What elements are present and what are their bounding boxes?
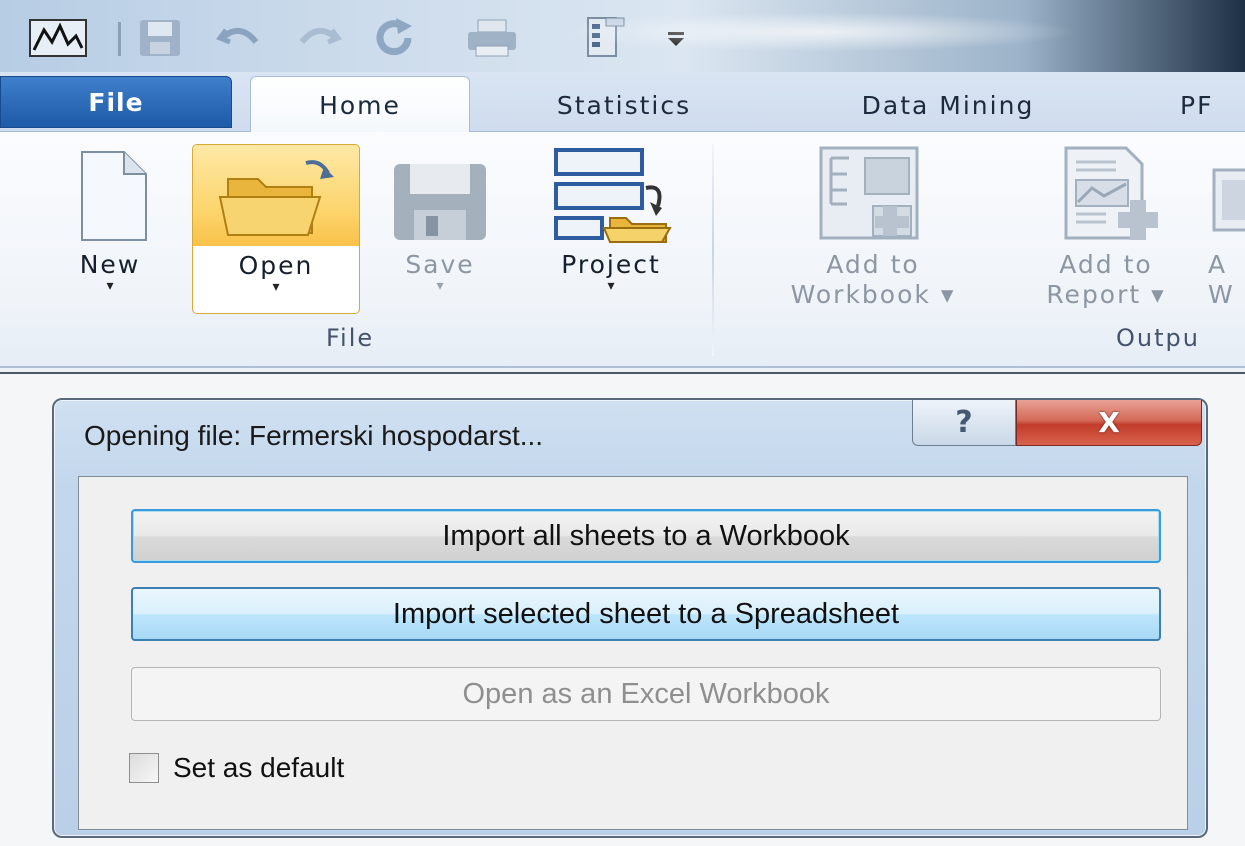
help-button[interactable]: ? [912, 400, 1016, 446]
refresh-icon[interactable] [366, 18, 422, 58]
save-dropdown-arrow[interactable]: ▾ [436, 279, 443, 293]
customize-grid-icon[interactable] [576, 17, 632, 58]
new-label: New [79, 250, 141, 279]
set-default-row[interactable]: Set as default [129, 749, 344, 787]
set-default-checkbox[interactable] [129, 753, 159, 783]
customize-qat-icon[interactable] [656, 18, 696, 58]
save-label: Save [405, 250, 475, 279]
open-label: Open [238, 251, 314, 280]
output-group-label: Outpu [1116, 324, 1200, 352]
open-as-excel-button[interactable]: Open as an Excel Workbook [131, 667, 1161, 721]
tab-home[interactable]: Home [250, 76, 470, 134]
add-to-third-line2: W [1208, 280, 1235, 309]
title-bar [0, 0, 1245, 72]
add-to-workbook-line2: Workbook ▾ [790, 280, 956, 309]
add-to-report-label: Add to Report ▾ [1046, 250, 1165, 310]
add-to-third-icon [1208, 144, 1245, 244]
file-group-label: File [326, 324, 375, 352]
import-all-sheets-button[interactable]: Import all sheets to a Workbook [131, 509, 1161, 563]
ribbon-tab-row: File Home Statistics Data Mining PF [0, 72, 1245, 134]
dialog-title: Opening file: Fermerski hospodarst... [84, 420, 544, 451]
tab-file[interactable]: File [0, 76, 232, 128]
print-icon[interactable] [460, 18, 524, 58]
add-to-workbook-label: Add to Workbook ▾ [791, 250, 956, 310]
floppy-disk-icon [390, 144, 490, 244]
add-to-workbook-button[interactable]: Add to Workbook ▾ [748, 144, 998, 314]
open-file-dialog: Opening file: Fermerski hospodarst... ? … [52, 398, 1208, 838]
add-to-report-icon [1046, 144, 1166, 244]
open-folder-icon [216, 145, 336, 245]
statistica-icon[interactable] [26, 18, 90, 58]
project-icon [546, 144, 676, 244]
close-icon: X [1098, 406, 1120, 439]
tab-statistics[interactable]: Statistics [506, 78, 742, 132]
project-dropdown-arrow[interactable]: ▾ [607, 279, 614, 293]
add-to-workbook-icon [813, 144, 933, 244]
add-to-workbook-line1: Add to [826, 250, 920, 279]
add-to-third-label: A W [1208, 250, 1235, 310]
tab-pr[interactable]: PF [1180, 78, 1245, 132]
add-to-third-line1: A [1208, 250, 1228, 279]
new-dropdown-arrow[interactable]: ▾ [106, 279, 113, 293]
add-to-report-line2: Report ▾ [1046, 280, 1166, 309]
undo-icon[interactable] [212, 18, 268, 58]
new-button[interactable]: New ▾ [52, 144, 168, 314]
open-dropdown-arrow[interactable]: ▾ [272, 280, 279, 294]
ribbon: New ▾ Open ▾ Save ▾ Project ▾ File Add t… [0, 132, 1245, 368]
set-default-label[interactable]: Set as default [173, 752, 344, 784]
close-button[interactable]: X [1016, 400, 1202, 446]
add-to-third-button[interactable]: A W [1208, 144, 1245, 314]
save-button[interactable]: Save ▾ [380, 144, 500, 314]
add-to-report-button[interactable]: Add to Report ▾ [1016, 144, 1196, 314]
import-selected-sheet-button[interactable]: Import selected sheet to a Spreadsheet [131, 587, 1161, 641]
open-button[interactable]: Open ▾ [192, 144, 360, 314]
project-label: Project [561, 250, 661, 279]
save-icon[interactable] [132, 18, 188, 58]
tab-data-mining[interactable]: Data Mining [800, 78, 1096, 132]
qat-separator [118, 22, 121, 56]
add-to-report-line1: Add to [1059, 250, 1153, 279]
help-icon: ? [955, 405, 973, 440]
new-document-icon [68, 144, 152, 244]
dialog-body: Import all sheets to a Workbook Import s… [78, 476, 1188, 830]
redo-icon[interactable] [290, 18, 346, 58]
project-button[interactable]: Project ▾ [536, 144, 686, 314]
group-separator [712, 144, 714, 356]
